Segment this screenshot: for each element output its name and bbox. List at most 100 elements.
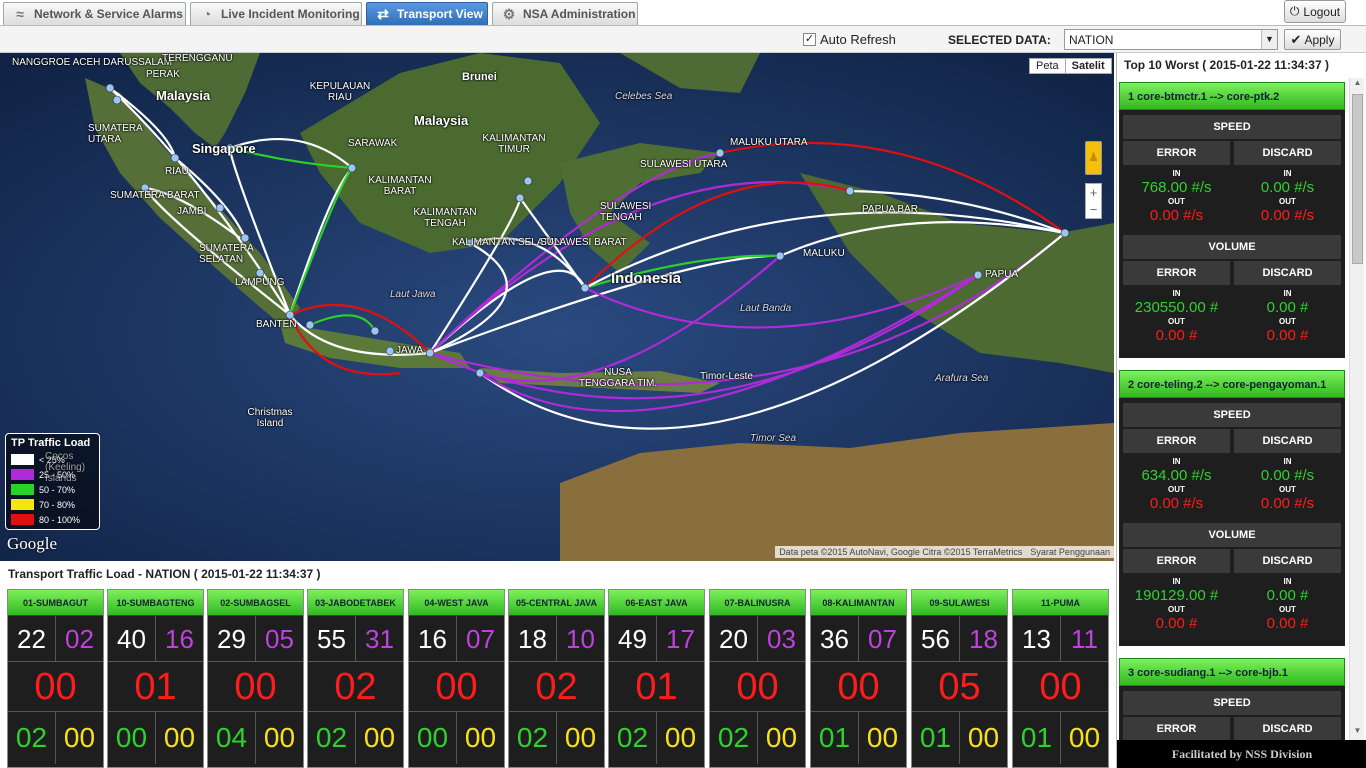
region-tile[interactable]: 02-SUMBAGSEL 29 05 00 04 00 [207,589,304,768]
region-tile[interactable]: 11-PUMA 13 11 00 01 00 [1012,589,1109,768]
top-10-worst-panel: Top 10 Worst ( 2015-01-22 11:34:37 ) 1 c… [1116,53,1366,768]
worst-link-card[interactable]: 3 core-sudiang.1 --> core-bjb.1 SPEED ERRO… [1119,658,1345,746]
transport-map[interactable]: NANGGROE ACEH DARUSSALAM TERENGGANU PERA… [0,53,1114,561]
terms-link[interactable]: Syarat Penggunaan [1030,547,1110,557]
speed-header: SPEED [1123,115,1341,139]
discard-header: DISCARD [1234,717,1341,741]
worst-link-body: SPEED ERROR DISCARD [1119,686,1345,746]
region-alert-counts: 00 00 [108,712,203,764]
region-alert-counts: 00 00 [409,712,504,764]
error-header: ERROR [1123,261,1230,285]
selected-data-select[interactable]: NATION ▼ [1064,29,1278,50]
error-in-value: 634.00 #/s [1141,467,1212,484]
region-link-counts: 40 16 [108,616,203,662]
discard-in-value: 0.00 # [1266,587,1309,604]
street-view-pegman-icon[interactable]: ♟ [1085,141,1102,175]
legend-label: 70 - 80% [39,499,76,510]
region-mid-load-count: 07 [466,624,495,654]
map-label: SULAWESI TENGAH [600,201,652,223]
scroll-up-icon[interactable]: ▲ [1350,78,1365,92]
discard-in-value: 0.00 #/s [1260,179,1315,196]
discard-header: DISCARD [1234,429,1341,453]
speed-metrics: ERROR DISCARD [1123,717,1341,741]
region-total-count: 55 [308,616,356,661]
worst-link-card[interactable]: 2 core-teling.2 --> core-pengayoman.1 SPE… [1119,370,1345,646]
map-type-satellite-button[interactable]: Satelit [1064,59,1111,73]
region-tile[interactable]: 09-SULAWESI 56 18 05 01 00 [911,589,1008,768]
in-label: IN [1283,577,1292,586]
region-tile[interactable]: 08-KALIMANTAN 36 07 00 01 00 [810,589,907,768]
discard-out-value: 0.00 # [1266,615,1309,632]
region-mid-load-count: 18 [969,624,998,654]
worst-link-title: 2 core-teling.2 --> core-pengayoman.1 [1119,370,1345,398]
region-high-load-count: 00 [409,662,504,712]
region-name: 11-PUMA [1013,590,1108,616]
apply-label: Apply [1304,32,1335,47]
region-yellow-count: 00 [263,722,296,753]
legend-item: 50 - 70% [11,482,94,497]
legend-title: TP Traffic Load [11,437,91,449]
region-yellow-count: 00 [163,722,196,753]
out-label: OUT [1279,197,1296,206]
error-out-value: 0.00 # [1155,615,1198,632]
region-alert-counts: 04 00 [208,712,303,764]
error-in-value: 768.00 #/s [1141,179,1212,196]
legend-item: 80 - 100% [11,512,94,527]
region-high-load-count: 00 [710,662,805,712]
region-total-count: 18 [509,616,557,661]
region-yellow-count: 00 [1068,722,1101,753]
logout-label: Logout [1303,4,1341,19]
map-label: Laut Banda [740,303,792,314]
region-tile[interactable]: 04-WEST JAVA 16 07 00 00 00 [408,589,505,768]
vertical-scrollbar[interactable]: ▲ ▼ [1349,78,1364,740]
region-name: 07-BALINUSRA [710,590,805,616]
scrollbar-thumb[interactable] [1352,94,1363,264]
tab-transport-view[interactable]: ⇄ Transport View [366,2,488,25]
map-label: JAWA [396,345,424,356]
map-label: SUMATERA UTARA [88,123,143,145]
region-green-count: 04 [208,712,256,764]
error-in-value: 230550.00 # [1134,299,1219,316]
out-label: OUT [1279,605,1296,614]
region-link-counts: 13 11 [1013,616,1108,662]
tab-network-service-alarms[interactable]: ≈ Network & Service Alarms [3,2,186,25]
transport-traffic-load-panel: Transport Traffic Load - NATION ( 2015-0… [0,561,1114,768]
legend-swatch [11,514,34,525]
discard-out-value: 0.00 #/s [1260,495,1315,512]
scroll-down-icon[interactable]: ▼ [1350,726,1365,740]
region-link-counts: 18 10 [509,616,604,662]
region-tile[interactable]: 10-SUMBAGTENG 40 16 01 00 00 [107,589,204,768]
region-tile[interactable]: 06-EAST JAVA 49 17 01 02 00 [608,589,705,768]
map-type-switch[interactable]: Peta Satelit [1029,58,1112,74]
map-label: KALIMANTAN TIMUR [482,133,546,155]
region-name: 08-KALIMANTAN [811,590,906,616]
discard-values: IN 0.00 # OUT 0.00 # [1234,573,1341,641]
region-green-count: 00 [409,712,457,764]
zoom-out-button[interactable]: − [1086,201,1101,218]
region-tile[interactable]: 05-CENTRAL JAVA 18 10 02 02 00 [508,589,605,768]
auto-refresh-toggle[interactable]: ✓ Auto Refresh [803,32,896,47]
region-tile[interactable]: 01-SUMBAGUT 22 02 00 02 00 [7,589,104,768]
region-tile[interactable]: 07-BALINUSRA 20 03 00 02 00 [709,589,806,768]
region-total-count: 29 [208,616,256,661]
region-high-load-count: 00 [208,662,303,712]
region-name: 02-SUMBAGSEL [208,590,303,616]
zoom-in-button[interactable]: + [1086,184,1101,201]
map-label: SULAWESI BARAT [540,237,627,248]
region-yellow-count: 00 [63,722,96,753]
apply-button[interactable]: ✔ Apply [1284,29,1341,50]
map-type-peta-button[interactable]: Peta [1030,59,1065,73]
tab-nsa-administration[interactable]: ⚙ NSA Administration [492,2,638,25]
speed-metrics: ERROR IN 768.00 #/s OUT 0.00 #/s DISCARD IN 0.0… [1123,141,1341,233]
region-green-count: 02 [710,712,758,764]
tab-live-incident-monitoring[interactable]: ◔ Live Incident Monitoring [190,2,362,25]
logout-button[interactable]: ⏻ Logout [1284,0,1346,23]
auto-refresh-checkbox[interactable]: ✓ [803,33,816,46]
region-mid-load-count: 10 [566,624,595,654]
region-mid-load-count: 11 [1071,624,1098,654]
region-alert-counts: 01 00 [811,712,906,764]
region-tile[interactable]: 03-JABODETABEK 55 31 02 02 00 [307,589,404,768]
region-name: 04-WEST JAVA [409,590,504,616]
worst-link-card[interactable]: 1 core-btmctr.1 --> core-ptk.2 SPEED ERROR… [1119,82,1345,358]
discard-values: IN 0.00 # OUT 0.00 # [1234,285,1341,353]
